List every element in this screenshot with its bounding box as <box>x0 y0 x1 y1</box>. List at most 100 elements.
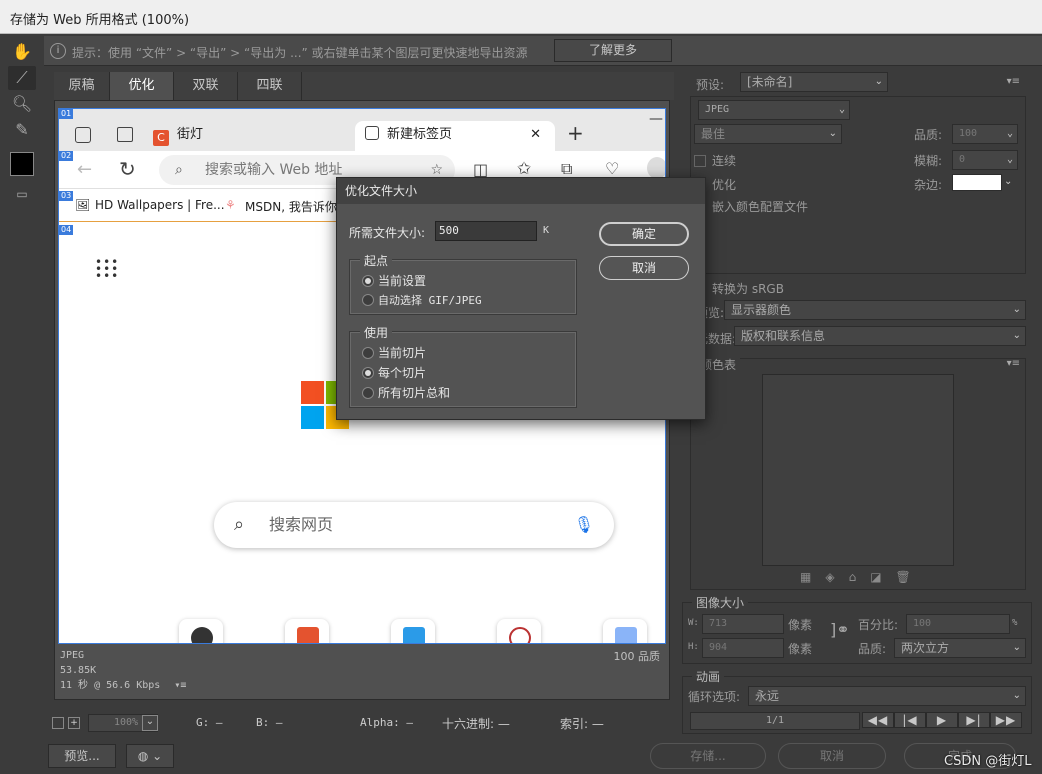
loop-select[interactable]: 永远 ⌄ <box>748 686 1026 706</box>
trash-icon[interactable]: 🗑︎ <box>896 570 925 584</box>
eyedropper-color-swatch[interactable] <box>10 152 34 176</box>
tab-original[interactable]: 原稿 <box>54 72 110 100</box>
health-icon: ♡ <box>605 159 620 178</box>
cancel-button[interactable]: 取消 <box>778 743 886 769</box>
radio-current-slice[interactable]: 当前切片 <box>362 344 426 361</box>
tab-2-up[interactable]: 双联 <box>174 72 238 100</box>
hex-readout: 十六进制: — <box>442 717 510 731</box>
radio-each-slice[interactable]: 每个切片 <box>362 364 426 381</box>
preview-info: JPEG 53.85K 11 秒 @ 56.6 Kbps ▾≡ <box>60 648 668 693</box>
radio-selected-icon <box>362 275 374 287</box>
preview-button[interactable]: 预览... <box>48 744 116 768</box>
radio-current-settings[interactable]: 当前设置 <box>362 272 426 289</box>
bookmark-1: HD Wallpapers | Fre... <box>95 198 225 212</box>
dialog-footer: 预览... ◍ ⌄ 存储... 取消 完成 CSDN @街灯L <box>0 740 1042 774</box>
zoom-in-icon[interactable]: + <box>68 717 80 729</box>
eyedropper-tool-icon[interactable]: ✎ <box>8 118 36 142</box>
watermark: CSDN @街灯L <box>944 754 1032 769</box>
web-search-box: ⌕ 搜索网页 🎙︎ <box>214 502 614 548</box>
height-label: H: <box>688 642 699 652</box>
blur-input[interactable]: 0 ⌄ <box>952 150 1018 170</box>
optimize-menu-icon[interactable]: ▾≡ <box>1007 76 1020 87</box>
search-icon: ⌕ <box>175 162 183 178</box>
constrain-proportions-icon[interactable]: ]⚭ <box>830 620 850 639</box>
blur-label: 模糊: <box>914 154 943 168</box>
slice-select-tool-icon[interactable]: ⟋ <box>8 66 36 90</box>
window-title: 存储为 Web 所用格式 (100%) <box>10 13 190 28</box>
width-input[interactable]: 713 <box>702 614 784 634</box>
back-icon: ← <box>77 159 93 180</box>
preview-color-select[interactable]: 显示器颜色 ⌄ <box>724 300 1026 320</box>
window-title-bar: 存储为 Web 所用格式 (100%) <box>0 0 1042 34</box>
convert-srgb-checkbox-label[interactable]: 转换为 sRGB <box>712 280 784 297</box>
progressive-checkbox[interactable]: 连续 <box>694 152 736 169</box>
save-button[interactable]: 存储... <box>650 743 766 769</box>
height-input[interactable]: 904 <box>702 638 784 658</box>
browser-select-button[interactable]: ◍ ⌄ <box>126 744 174 768</box>
metadata-select[interactable]: 版权和联系信息 ⌄ <box>734 326 1026 346</box>
zoom-out-icon[interactable] <box>52 717 64 729</box>
web-snap-icon[interactable]: ◈ <box>825 570 848 584</box>
preset-select[interactable]: [未命名] ⌄ <box>740 72 888 92</box>
slice-04-tag[interactable]: 04 <box>59 225 74 235</box>
embed-profile-checkbox-label[interactable]: 嵌入颜色配置文件 <box>712 198 808 215</box>
zoom-tool-icon[interactable]: 🔍︎ <box>8 92 36 116</box>
msdn-favicon-icon: ⚘ <box>225 198 236 212</box>
image-size-label: 图像大小 <box>692 594 749 611</box>
chevron-down-icon[interactable]: ⌄ <box>1004 176 1012 187</box>
preview-quality: 100 品质 <box>613 650 661 663</box>
new-tab-favicon-icon <box>365 126 379 140</box>
preview-menu-icon[interactable]: ▾≡ <box>174 680 186 691</box>
info-icon: i <box>50 43 66 59</box>
map-transparency-icon[interactable]: ▦ <box>800 570 825 584</box>
shortcut-tile <box>391 619 435 643</box>
percent-input[interactable]: 100 <box>906 614 1010 634</box>
desired-size-label: 所需文件大小: <box>349 226 426 240</box>
color-table-menu-icon[interactable]: ▾≡ <box>1007 358 1020 369</box>
browser-tab-1: C街灯L_MySQL,Photoshop,✕ <box>153 121 349 170</box>
bookmark-2: MSDN, 我告诉你 <box>245 200 337 214</box>
minimize-icon: — <box>649 111 663 127</box>
format-select[interactable]: JPEG ⌄ <box>698 100 850 120</box>
chevron-down-icon: ⌄ <box>1012 304 1021 315</box>
quality-input[interactable]: 100 ⌄ <box>952 124 1018 144</box>
matte-color-swatch[interactable] <box>952 174 1002 191</box>
tab-optimized[interactable]: 优化 <box>110 72 174 100</box>
favorites-icon: ✩ <box>517 159 532 179</box>
desired-size-input[interactable]: 500 <box>435 221 537 241</box>
learn-more-button[interactable]: 了解更多 <box>554 39 672 62</box>
tab-4-up[interactable]: 四联 <box>238 72 302 100</box>
toggle-slices-icon[interactable]: ▭ <box>8 182 36 206</box>
quality-level-select[interactable]: 最佳 ⌄ <box>694 124 842 144</box>
shortcut-tile <box>179 619 223 643</box>
optimized-checkbox-label[interactable]: 优化 <box>712 176 736 193</box>
chevron-down-icon: ⌄ <box>1012 330 1021 341</box>
cancel-button[interactable]: 取消 <box>599 256 689 280</box>
slice-02-tag[interactable]: 02 <box>59 151 74 161</box>
chevron-down-icon: ⌄ <box>1012 690 1021 701</box>
optimize-size-dialog: 优化文件大小 所需文件大小: 500 K 确定 取消 起点 当前设置 自动选择 … <box>336 177 706 420</box>
settings-panel: 预设: [未命名] ⌄ ▾≡ JPEG ⌄ 最佳 ⌄ 品质: 100 ⌄ 连续 模糊: … <box>682 72 1032 592</box>
new-color-icon[interactable]: ◪ <box>870 570 895 584</box>
resample-select[interactable]: 两次立方 ⌄ <box>894 638 1026 658</box>
lock-color-icon[interactable]: ⌂ <box>849 570 871 584</box>
tab-actions-icon <box>117 127 133 142</box>
animation-label: 动画 <box>692 668 725 685</box>
search-icon: ⌕ <box>234 514 245 535</box>
chevron-down-icon: ⌄ <box>152 749 163 763</box>
ok-button[interactable]: 确定 <box>599 222 689 246</box>
slice-03-tag[interactable]: 03 <box>59 191 74 201</box>
color-table-swatches[interactable] <box>762 374 954 566</box>
radio-unselected-icon <box>362 347 374 359</box>
preview-size: 53.85K <box>60 665 97 676</box>
slice-01-tag[interactable]: 01 <box>59 109 74 119</box>
browser-tab-2: 新建标签页 ✕ <box>355 121 555 151</box>
chevron-down-icon[interactable]: ⌄ <box>142 715 158 731</box>
tool-panel: ✋ ⟋ 🔍︎ ✎ ▭ <box>0 36 44 726</box>
hand-tool-icon[interactable]: ✋ <box>8 40 36 64</box>
radio-total-of-all-slices[interactable]: 所有切片总和 <box>362 384 450 401</box>
radio-auto-select[interactable]: 自动选择 GIF/JPEG <box>362 292 482 308</box>
blue-readout: B: — <box>256 716 283 729</box>
start-legend: 起点 <box>360 252 393 269</box>
percent-unit: % <box>1012 618 1018 628</box>
